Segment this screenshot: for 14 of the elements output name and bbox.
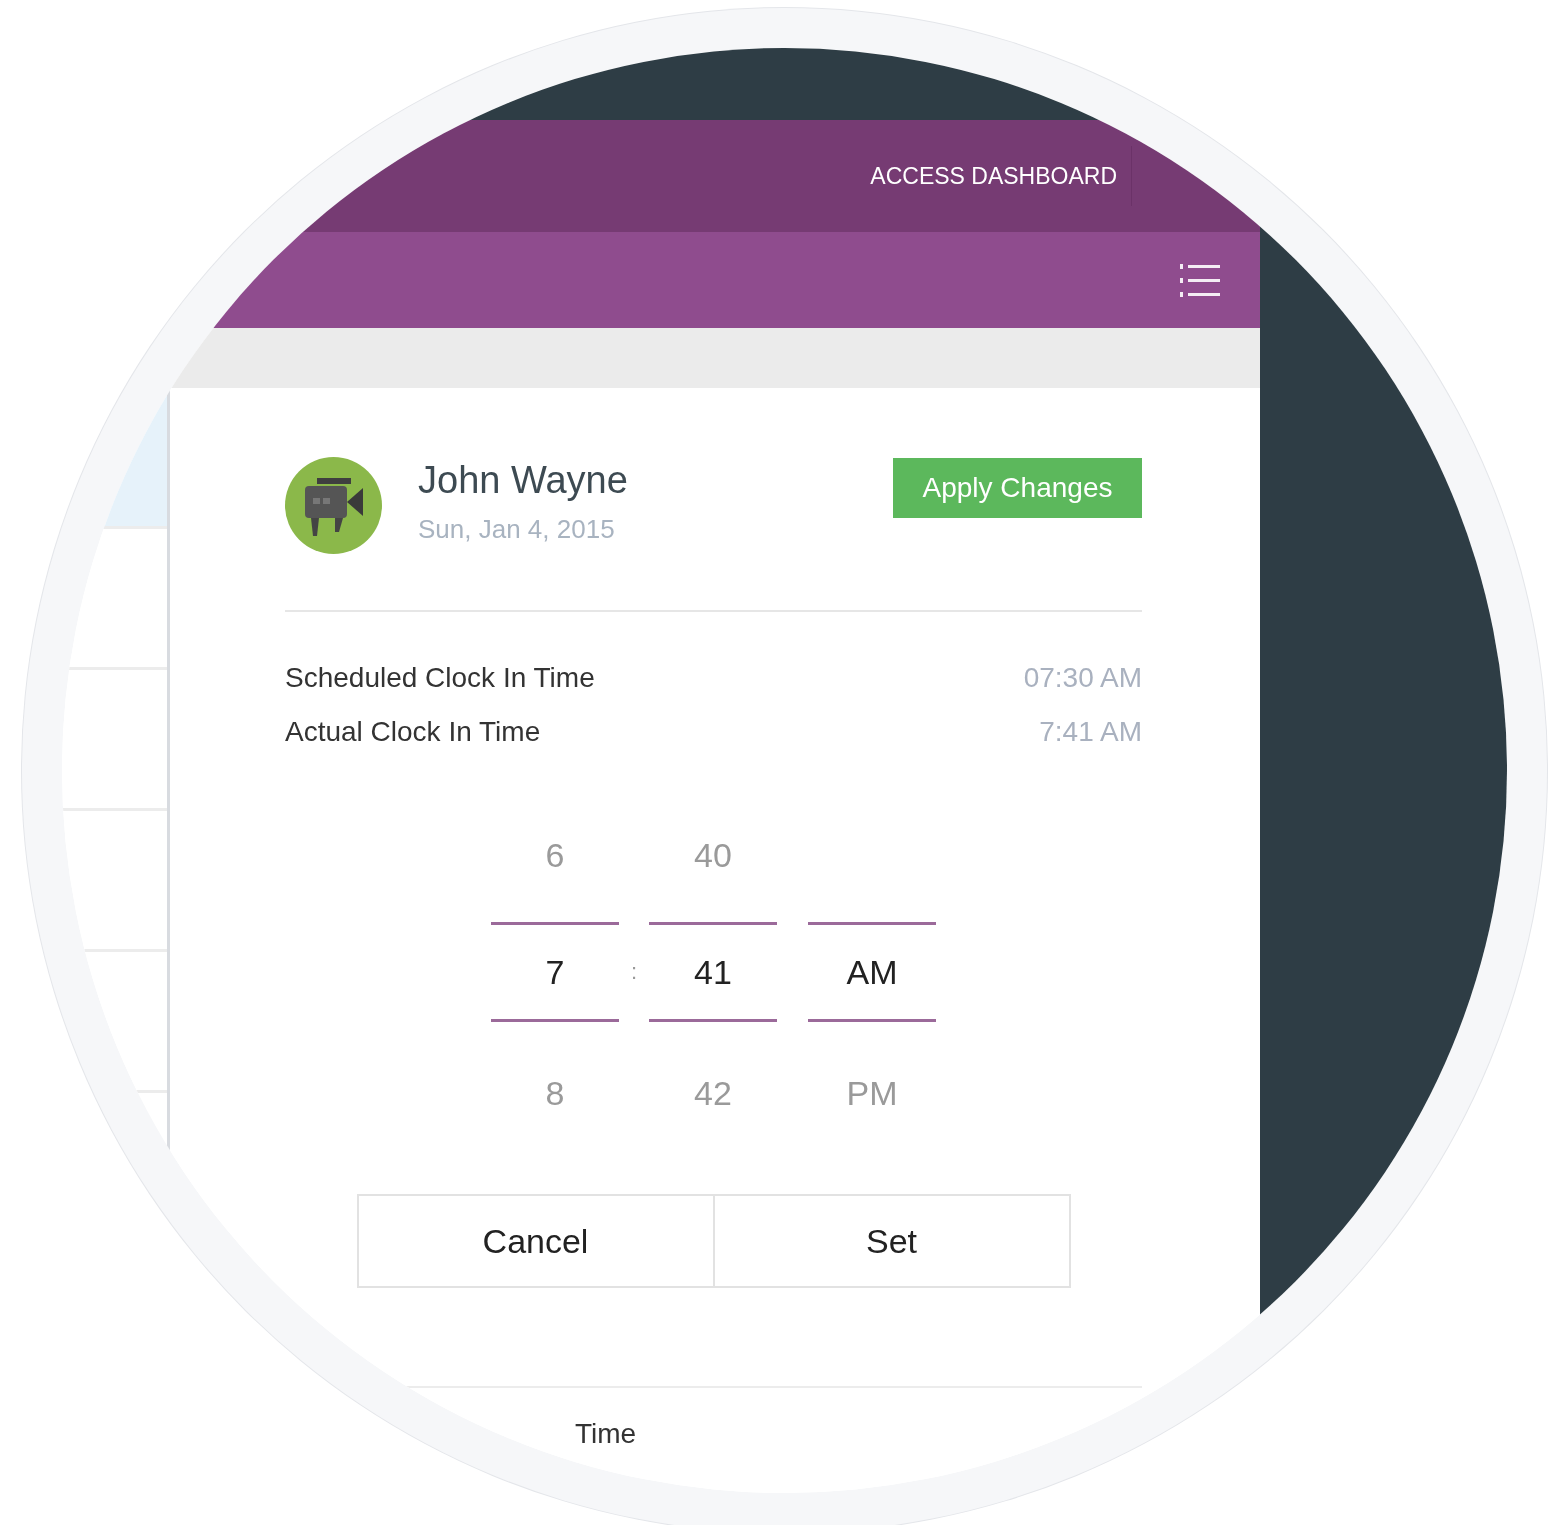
time-label: Actual Clock In Time bbox=[285, 716, 541, 748]
picker-selected-value[interactable]: AM bbox=[808, 922, 936, 1022]
dialog-button[interactable]: Set bbox=[714, 1194, 1071, 1288]
time-value: 07:30 AM bbox=[1023, 662, 1142, 694]
picker-selected-value[interactable]: 41 bbox=[649, 922, 777, 1022]
employee-name: John Wayne bbox=[418, 458, 629, 502]
time-separator: : bbox=[630, 959, 638, 985]
dialog-button[interactable]: Cancel bbox=[356, 1194, 715, 1288]
section-label: Time bbox=[575, 1418, 637, 1449]
shift-date: Sun, Jan 4, 2015 bbox=[418, 513, 616, 545]
time-value: 7:41 AM bbox=[1039, 716, 1142, 748]
picker-selected-value[interactable]: 7 bbox=[491, 922, 619, 1022]
access-dashboard-link[interactable]: ACCESS DASHBOARD bbox=[870, 146, 1132, 206]
time-label: Scheduled Clock In Time bbox=[285, 662, 595, 694]
